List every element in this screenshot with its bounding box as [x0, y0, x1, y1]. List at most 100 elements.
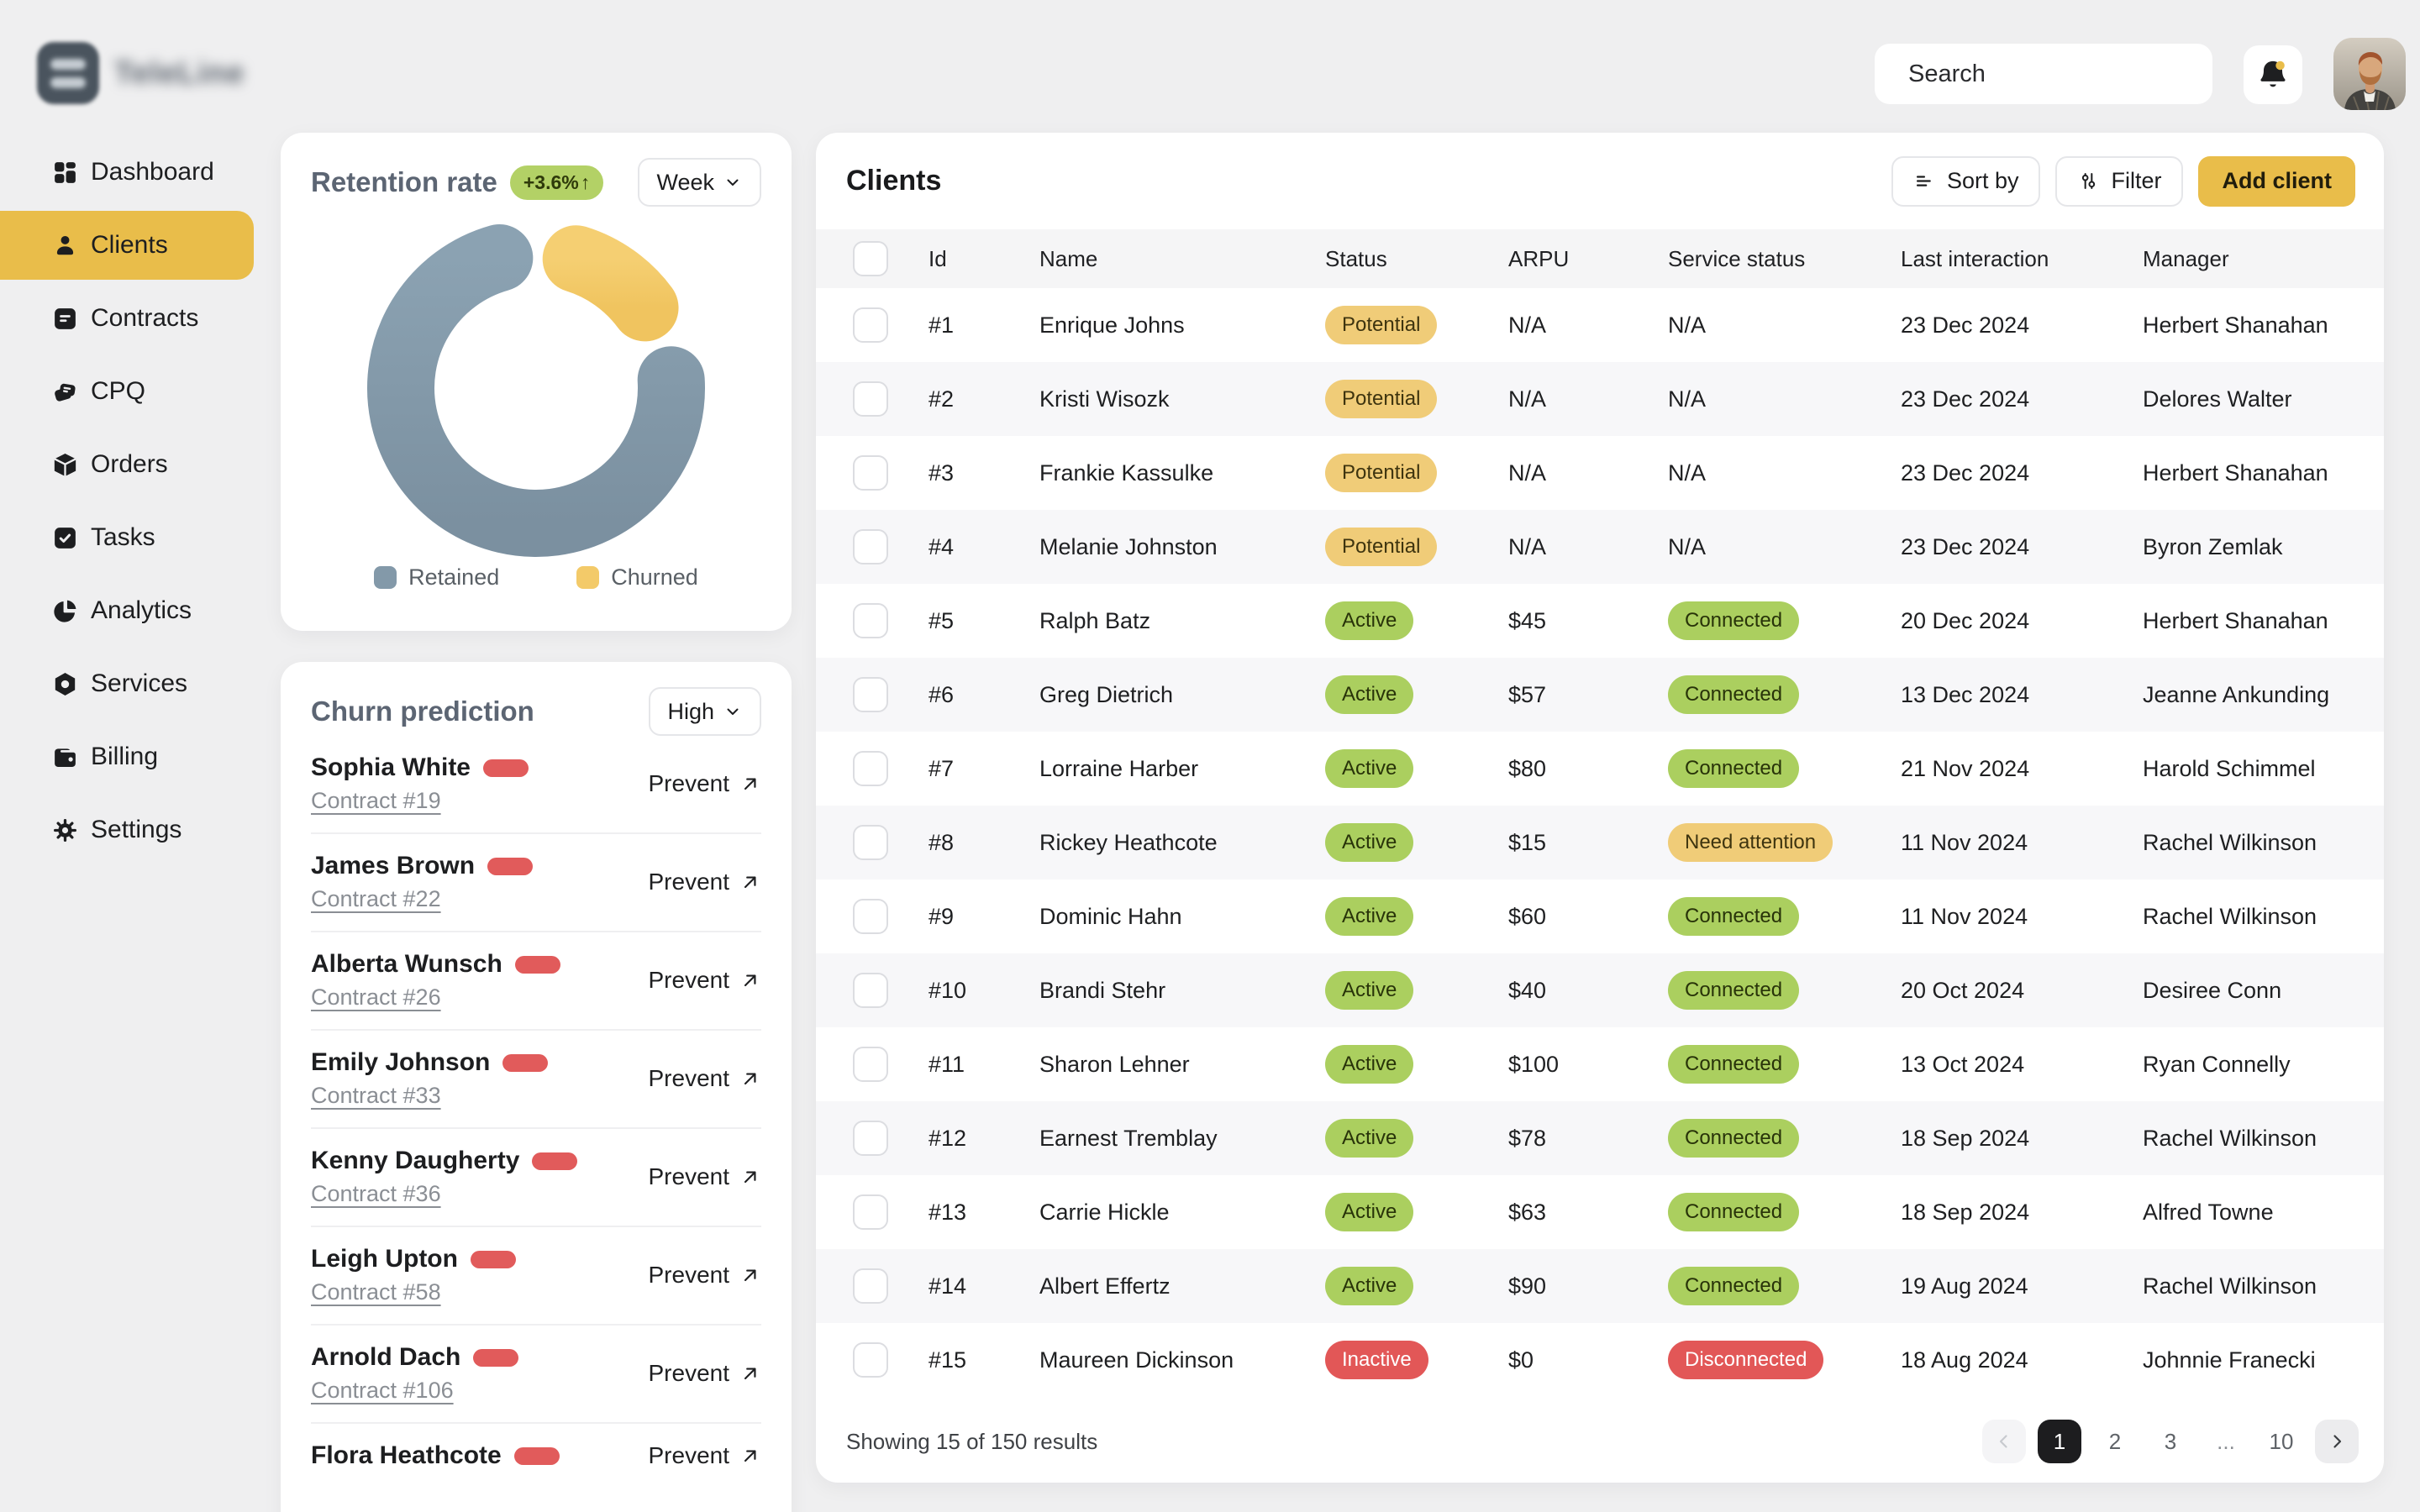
table-row[interactable]: #3Frankie KassulkePotentialN/AN/A23 Dec …: [816, 436, 2384, 510]
row-checkbox[interactable]: [853, 899, 888, 934]
row-checkbox[interactable]: [853, 1342, 888, 1378]
cell-manager: Rachel Wilkinson: [2143, 904, 2364, 930]
row-checkbox[interactable]: [853, 973, 888, 1008]
prevent-link[interactable]: Prevent: [649, 770, 762, 797]
contract-link[interactable]: Contract #58: [311, 1279, 441, 1305]
table-row[interactable]: #10Brandi StehrActive$40Connected20 Oct …: [816, 953, 2384, 1027]
sort-by-button[interactable]: Sort by: [1891, 156, 2041, 207]
sidebar-item-label: Billing: [91, 743, 158, 771]
cell-service-status: Connected: [1668, 601, 1901, 640]
contract-link[interactable]: Contract #19: [311, 788, 441, 814]
table-row[interactable]: #5Ralph BatzActive$45Connected20 Dec 202…: [816, 584, 2384, 658]
table-row[interactable]: #12Earnest TremblayActive$78Connected18 …: [816, 1101, 2384, 1175]
prevent-link[interactable]: Prevent: [649, 1163, 762, 1190]
cell-value: N/A: [1668, 386, 1706, 412]
contract-link[interactable]: Contract #36: [311, 1181, 441, 1207]
sidebar-item-services[interactable]: Services: [0, 649, 254, 718]
row-select-cell: [853, 1194, 929, 1230]
row-checkbox[interactable]: [853, 1121, 888, 1156]
pagination-next[interactable]: [2315, 1420, 2359, 1463]
table-row[interactable]: #6Greg DietrichActive$57Connected13 Dec …: [816, 658, 2384, 732]
cell-id: #4: [929, 534, 1039, 560]
cell-service-status: Connected: [1668, 971, 1901, 1010]
row-select-cell: [853, 381, 929, 417]
row-checkbox[interactable]: [853, 677, 888, 712]
prevent-link[interactable]: Prevent: [649, 1065, 762, 1092]
row-checkbox[interactable]: [853, 751, 888, 786]
table-row[interactable]: #7Lorraine HarberActive$80Connected21 No…: [816, 732, 2384, 806]
table-row[interactable]: #1Enrique JohnsPotentialN/AN/A23 Dec 202…: [816, 288, 2384, 362]
cell-manager: Ryan Connelly: [2143, 1052, 2364, 1078]
sidebar-item-orders[interactable]: Orders: [0, 430, 254, 499]
pagination-page-1[interactable]: 1: [2038, 1420, 2081, 1463]
row-checkbox[interactable]: [853, 1194, 888, 1230]
row-checkbox[interactable]: [853, 307, 888, 343]
status-badge: Potential: [1325, 380, 1437, 418]
cell-manager: Desiree Conn: [2143, 978, 2364, 1004]
sidebar-item-analytics[interactable]: Analytics: [0, 576, 254, 645]
retention-period-dropdown[interactable]: Week: [638, 158, 761, 207]
sidebar-item-settings[interactable]: Settings: [0, 795, 254, 864]
pagination-page-3[interactable]: 3: [2149, 1420, 2192, 1463]
cell-service-status: Connected: [1668, 675, 1901, 714]
sidebar-item-cpq[interactable]: CPQ: [0, 357, 254, 426]
table-row[interactable]: #13Carrie HickleActive$63Connected18 Sep…: [816, 1175, 2384, 1249]
table-row[interactable]: #8Rickey HeathcoteActive$15Need attentio…: [816, 806, 2384, 879]
table-row[interactable]: #2Kristi WisozkPotentialN/AN/A23 Dec 202…: [816, 362, 2384, 436]
row-checkbox[interactable]: [853, 603, 888, 638]
contract-link[interactable]: Contract #33: [311, 1083, 441, 1109]
table-row[interactable]: #4Melanie JohnstonPotentialN/AN/A23 Dec …: [816, 510, 2384, 584]
legend-swatch: [576, 566, 599, 589]
table-row[interactable]: #9Dominic HahnActive$60Connected11 Nov 2…: [816, 879, 2384, 953]
contract-link[interactable]: Contract #106: [311, 1378, 454, 1404]
sidebar-item-billing[interactable]: Billing: [0, 722, 254, 791]
row-checkbox[interactable]: [853, 1047, 888, 1082]
prevent-link[interactable]: Prevent: [649, 967, 762, 994]
churn-client-name: Alberta Wunsch: [311, 950, 502, 979]
user-avatar[interactable]: [2333, 38, 2406, 110]
filter-button[interactable]: Filter: [2055, 156, 2183, 207]
churn-level-dropdown[interactable]: High: [649, 687, 761, 736]
high-risk-pill: [473, 1349, 518, 1367]
sidebar-item-contracts[interactable]: Contracts: [0, 284, 254, 353]
contract-link[interactable]: Contract #22: [311, 886, 441, 912]
churn-client-info: Sophia WhiteContract #19: [311, 753, 529, 814]
row-checkbox[interactable]: [853, 529, 888, 564]
cell-last-interaction: 23 Dec 2024: [1901, 312, 2143, 339]
row-checkbox[interactable]: [853, 1268, 888, 1304]
pagination-page-2[interactable]: 2: [2093, 1420, 2137, 1463]
bell-icon: [2255, 57, 2291, 92]
sidebar-item-label: Settings: [91, 816, 182, 844]
table-row[interactable]: #14Albert EffertzActive$90Connected19 Au…: [816, 1249, 2384, 1323]
sidebar-item-label: Clients: [91, 231, 168, 260]
table-row[interactable]: #11Sharon LehnerActive$100Connected13 Oc…: [816, 1027, 2384, 1101]
notifications-button[interactable]: [2244, 45, 2302, 104]
select-all-checkbox[interactable]: [853, 241, 888, 276]
contract-link[interactable]: Contract #26: [311, 984, 441, 1011]
row-checkbox[interactable]: [853, 381, 888, 417]
sidebar-item-dashboard[interactable]: Dashboard: [0, 138, 254, 207]
sidebar-item-label: Contracts: [91, 304, 198, 333]
row-checkbox[interactable]: [853, 825, 888, 860]
retention-donut-chart: [366, 218, 706, 558]
cell-name: Melanie Johnston: [1039, 534, 1325, 560]
sidebar-item-tasks[interactable]: Tasks: [0, 503, 254, 572]
status-badge: Active: [1325, 675, 1413, 714]
churn-list: Sophia WhiteContract #19PreventJames Bro…: [281, 736, 792, 1488]
table-row[interactable]: #15Maureen DickinsonInactive$0Disconnect…: [816, 1323, 2384, 1397]
pagination-ellipsis: ...: [2204, 1420, 2248, 1463]
prevent-link[interactable]: Prevent: [649, 1442, 762, 1469]
sidebar-item-clients[interactable]: Clients: [0, 211, 254, 280]
prevent-link[interactable]: Prevent: [649, 1360, 762, 1387]
cell-manager: Byron Zemlak: [2143, 534, 2364, 560]
row-checkbox[interactable]: [853, 455, 888, 491]
prevent-link[interactable]: Prevent: [649, 1262, 762, 1289]
add-client-button[interactable]: Add client: [2198, 156, 2355, 207]
churn-client-name: Emily Johnson: [311, 1048, 490, 1077]
churn-client-info: Emily Johnson Contract #33: [311, 1048, 548, 1109]
pagination-prev[interactable]: [1982, 1420, 2026, 1463]
search-input[interactable]: [1908, 60, 2225, 88]
search-bar: [1875, 44, 2212, 104]
prevent-link[interactable]: Prevent: [649, 869, 762, 895]
pagination-page-10[interactable]: 10: [2260, 1420, 2303, 1463]
